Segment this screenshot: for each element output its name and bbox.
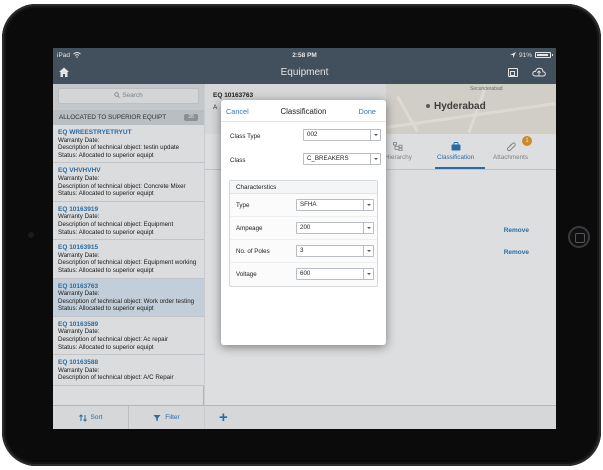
classification-modal: Cancel Classification Done Class Type 00… [221, 100, 386, 345]
characteristic-select[interactable]: 200 [296, 222, 374, 234]
chevron-down-icon [363, 269, 373, 279]
chevron-down-icon [363, 223, 373, 233]
characteristic-row: No. of Poles 3 [230, 240, 377, 263]
characteristic-select[interactable]: 600 [296, 268, 374, 280]
characteristic-label: Type [236, 202, 250, 209]
chevron-down-icon [370, 154, 380, 164]
ipad-frame: iPad 2:58 PM 91% Equipment Search ALLOCA… [2, 4, 601, 466]
characteristic-row: Voltage 600 [230, 263, 377, 286]
modal-header: Cancel Classification Done [221, 100, 386, 122]
characteristic-value: 200 [300, 224, 311, 231]
characteristic-value: 600 [300, 270, 311, 277]
class-type-select[interactable]: 002 [303, 129, 381, 141]
characteristic-label: Ampeage [236, 225, 263, 232]
screen: iPad 2:58 PM 91% Equipment Search ALLOCA… [53, 48, 556, 429]
characteristic-row: Type SFHA [230, 194, 377, 217]
chevron-down-icon [370, 130, 380, 140]
class-type-value: 002 [307, 131, 318, 138]
characteristic-label: Voltage [236, 271, 257, 278]
characteristic-value: SFHA [300, 201, 317, 208]
characteristic-label: No. of Poles [236, 248, 270, 255]
chevron-down-icon [363, 200, 373, 210]
characteristics-box: Characterstics Type SFHA Ampeage 200 No.… [229, 180, 378, 287]
characteristic-select[interactable]: SFHA [296, 199, 374, 211]
front-camera [28, 232, 34, 238]
characteristic-row: Ampeage 200 [230, 217, 377, 240]
home-button[interactable] [568, 226, 590, 248]
characteristics-title: Characterstics [230, 181, 377, 194]
characteristic-select[interactable]: 3 [296, 245, 374, 257]
class-value: C_BREAKERS [307, 155, 349, 162]
chevron-down-icon [363, 246, 373, 256]
characteristic-value: 3 [300, 247, 304, 254]
class-type-label: Class Type [230, 133, 261, 140]
class-select[interactable]: C_BREAKERS [303, 153, 381, 165]
class-label: Class [230, 157, 246, 164]
done-button[interactable]: Done [359, 107, 376, 116]
